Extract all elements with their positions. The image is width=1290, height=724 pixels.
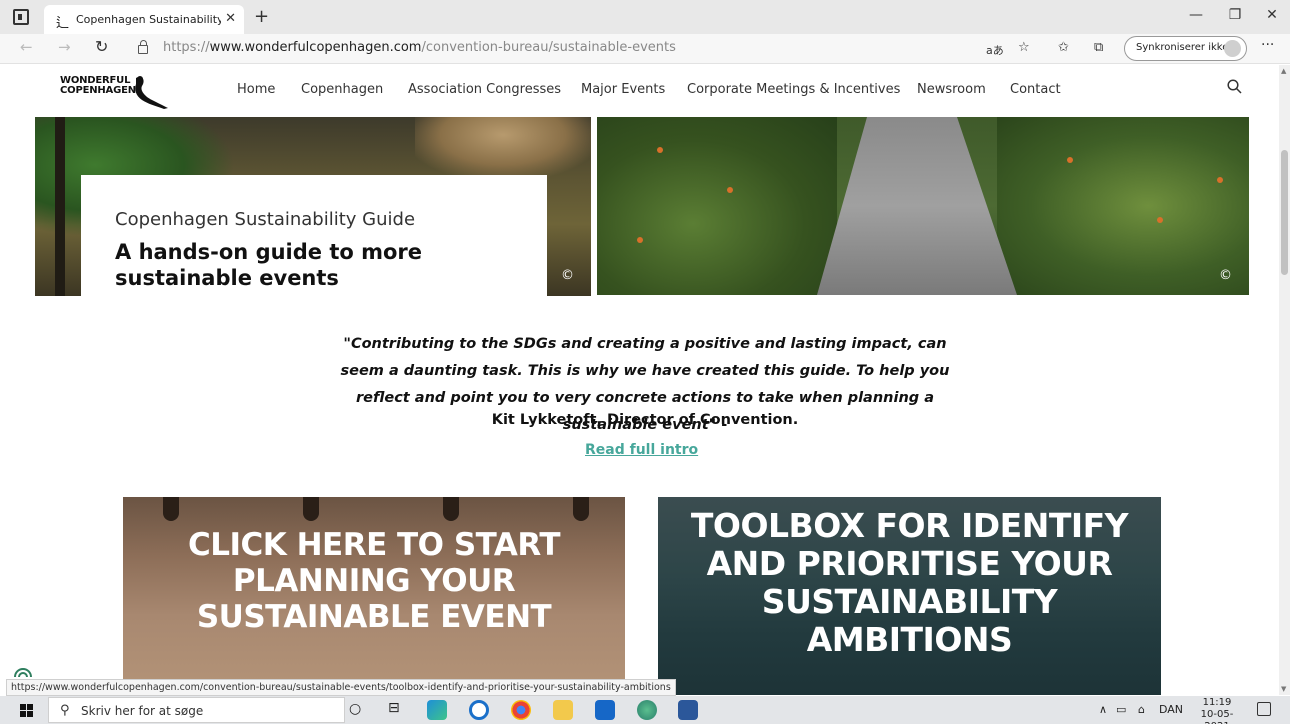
tray-chevron-icon[interactable]: ∧ (1099, 703, 1107, 716)
quote-author: Kit Lykketoft, Director of Convention. (491, 412, 799, 428)
task-view-icon[interactable]: ⊟ (388, 700, 400, 716)
site-header: WONDERFUL COPENHAGEN Home Copenhagen Ass… (0, 65, 1279, 117)
minimize-button[interactable]: — (1186, 7, 1206, 23)
browser-nav-bar: ← → ↻ https://www.wonderfulcopenhagen.co… (0, 34, 1290, 64)
nav-corporate-meetings[interactable]: Corporate Meetings & Incentives (687, 82, 900, 97)
table-shape (415, 117, 591, 177)
scroll-down-arrow-icon[interactable]: ▼ (1281, 685, 1286, 693)
taskbar-search-placeholder: Skriv her for at søge (81, 704, 204, 718)
start-planning-text: CLICK HERE TO START PLANNING YOUR SUSTAI… (187, 527, 561, 635)
nav-copenhagen[interactable]: Copenhagen (301, 82, 383, 97)
sync-profile-button[interactable]: Synkroniserer ikke (1124, 36, 1247, 61)
garden-bed-left (597, 117, 837, 295)
network-icon[interactable]: ⌂ (1138, 703, 1145, 716)
scroll-thumb[interactable] (1281, 150, 1288, 275)
nav-newsroom[interactable]: Newsroom (917, 82, 986, 97)
nav-home[interactable]: Home (237, 82, 275, 97)
cortana-icon[interactable]: ○ (349, 701, 361, 717)
tab-title: Copenhagen Sustainability Guide (76, 13, 221, 26)
tab-actions-icon[interactable] (13, 9, 29, 25)
garden-path (817, 117, 1017, 295)
file-explorer-icon[interactable] (553, 700, 573, 720)
clock-date: 10-05-2021 (1200, 709, 1234, 724)
flower (637, 237, 643, 243)
favorite-star-icon[interactable]: ☆ (1018, 40, 1030, 55)
copyright-icon[interactable]: © (561, 268, 574, 283)
outlook-icon[interactable] (595, 700, 615, 720)
sync-label: Synkroniserer ikke (1136, 42, 1229, 53)
restore-button[interactable]: ❐ (1225, 7, 1245, 23)
nav-contact[interactable]: Contact (1010, 82, 1061, 97)
windows-start-icon[interactable] (20, 704, 33, 717)
flower (657, 147, 663, 153)
search-icon: ⚲ (60, 703, 70, 718)
hero-kicker: Copenhagen Sustainability Guide (115, 209, 416, 230)
mermaid-logo-icon (135, 76, 168, 109)
clock-time: 11:19 (1202, 697, 1232, 708)
site-logo[interactable]: WONDERFUL COPENHAGEN (60, 74, 170, 110)
refresh-icon[interactable]: ↻ (95, 37, 108, 56)
read-full-intro-link[interactable]: Read full intro (585, 442, 698, 458)
favicon-icon: ⻍ (56, 16, 70, 31)
read-aloud-icon[interactable]: aあ (986, 42, 1004, 58)
lamp-shape (163, 497, 179, 521)
browser-tab[interactable]: ⻍ Copenhagen Sustainability Guide ✕ (44, 5, 244, 34)
hero-title: A hands-on guide to more sustainable eve… (115, 240, 423, 290)
nav-association-congresses[interactable]: Association Congresses (408, 82, 561, 97)
toolbox-text: TOOLBOX FOR IDENTIFY AND PRIORITISE YOUR… (690, 506, 1129, 659)
battery-icon[interactable]: ▭ (1116, 703, 1126, 716)
hero-image-right (597, 117, 1249, 295)
search-icon[interactable] (1227, 79, 1242, 94)
start-planning-banner[interactable]: CLICK HERE TO START PLANNING YOUR SUSTAI… (123, 497, 625, 695)
flower (1217, 177, 1223, 183)
lamp-shape (303, 497, 319, 521)
profile-avatar (1224, 40, 1241, 57)
app-window: ⻍ Copenhagen Sustainability Guide ✕ + — … (0, 0, 1290, 724)
hero-card: Copenhagen Sustainability Guide A hands-… (81, 175, 547, 296)
language-indicator[interactable]: DAN (1159, 703, 1183, 716)
quote-open-mark: " (343, 336, 351, 352)
tree-trunk (55, 117, 65, 296)
copyright-icon[interactable]: © (1219, 268, 1232, 283)
lamp-shape (443, 497, 459, 521)
toolbox-banner[interactable]: TOOLBOX FOR IDENTIFY AND PRIORITISE YOUR… (658, 497, 1161, 695)
tab-close-icon[interactable]: ✕ (225, 11, 236, 26)
flower (727, 187, 733, 193)
logo-line-2: COPENHAGEN (60, 85, 136, 96)
scroll-up-arrow-icon[interactable]: ▲ (1281, 67, 1286, 75)
back-arrow-icon[interactable]: ← (20, 38, 33, 56)
taskbar-clock[interactable]: 11:19 10-05-2021 (1192, 697, 1242, 724)
page-scrollbar[interactable]: ▲ ▼ (1279, 65, 1290, 695)
url-host: www.wonderfulcopenhagen.com (209, 40, 422, 55)
lamp-shape (573, 497, 589, 521)
favorites-list-icon[interactable]: ✩ (1058, 40, 1069, 55)
address-bar[interactable]: https://www.wonderfulcopenhagen.com/conv… (163, 40, 676, 55)
internet-explorer-icon[interactable] (469, 700, 489, 720)
nav-major-events[interactable]: Major Events (581, 82, 665, 97)
taskbar-search[interactable]: ⚲ Skriv her for at søge (48, 697, 345, 723)
app-icon[interactable] (637, 700, 657, 720)
browser-tab-bar: ⻍ Copenhagen Sustainability Guide ✕ + — … (0, 0, 1290, 34)
word-icon[interactable] (678, 700, 698, 720)
garden-bed-right (997, 117, 1249, 295)
notifications-icon[interactable] (1257, 702, 1271, 716)
web-page: WONDERFUL COPENHAGEN Home Copenhagen Ass… (0, 65, 1279, 695)
flower (1157, 217, 1163, 223)
logo-text: WONDERFUL COPENHAGEN (60, 76, 136, 96)
browser-menu-button[interactable]: ··· (1261, 37, 1274, 53)
chrome-icon[interactable] (511, 700, 531, 720)
new-tab-button[interactable]: + (254, 6, 269, 27)
url-path: /convention-bureau/sustainable-events (421, 40, 676, 55)
collections-icon[interactable]: ⧉ (1094, 40, 1103, 55)
url-scheme: https:// (163, 40, 210, 55)
windows-taskbar: ⚲ Skriv her for at søge ○ ⊟ ∧ ▭ ⌂ DAN 11… (0, 696, 1290, 724)
flower (1067, 157, 1073, 163)
edge-icon[interactable] (427, 700, 447, 720)
forward-arrow-icon[interactable]: → (58, 38, 71, 56)
status-bar-url: https://www.wonderfulcopenhagen.com/conv… (6, 679, 676, 696)
lock-icon[interactable] (138, 40, 148, 54)
close-window-button[interactable]: ✕ (1262, 7, 1282, 23)
